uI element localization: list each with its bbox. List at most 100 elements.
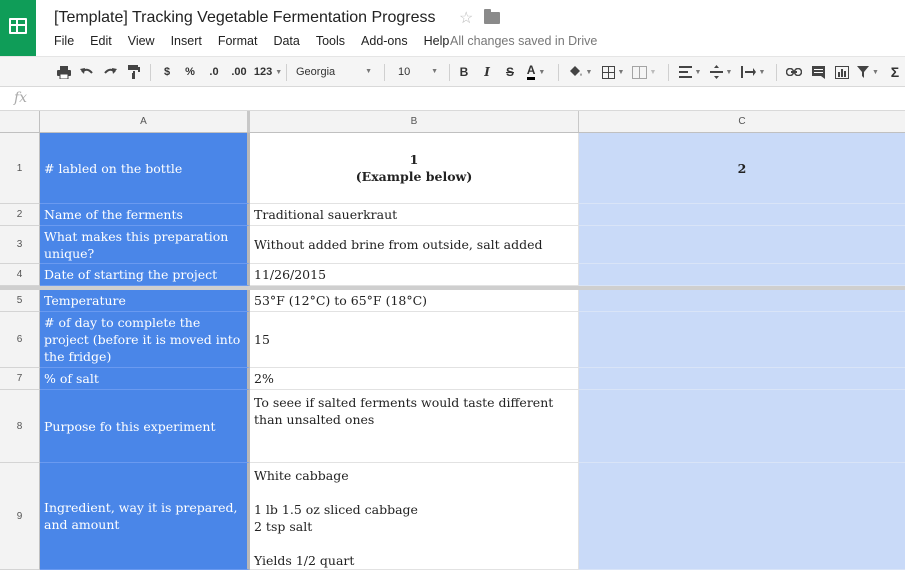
- row-header-7[interactable]: 7: [0, 368, 40, 390]
- link-icon: [786, 68, 802, 76]
- cell-c6[interactable]: [579, 312, 905, 368]
- row-header-6[interactable]: 6: [0, 312, 40, 368]
- cell-c4[interactable]: [579, 264, 905, 286]
- formula-bar[interactable]: fx: [0, 87, 905, 111]
- merge-cells-icon: [631, 65, 647, 79]
- cell-b2[interactable]: Traditional sauerkraut: [250, 204, 579, 226]
- menu-edit[interactable]: Edit: [90, 34, 112, 48]
- text-color-label: A: [526, 64, 536, 80]
- cell-c1[interactable]: 2: [579, 133, 905, 204]
- chevron-down-icon: ▼: [617, 68, 625, 76]
- menu-view[interactable]: View: [128, 34, 155, 48]
- bold-button[interactable]: B: [454, 57, 474, 87]
- chart-icon: [835, 65, 849, 79]
- menu-addons[interactable]: Add-ons: [361, 34, 408, 48]
- chevron-down-icon: ▼: [872, 68, 879, 76]
- menu-file[interactable]: File: [54, 34, 74, 48]
- column-header-b[interactable]: B: [250, 111, 579, 132]
- insert-chart-button[interactable]: [831, 57, 853, 87]
- cell-b6[interactable]: 15: [250, 312, 579, 368]
- menu-data[interactable]: Data: [273, 34, 299, 48]
- cell-a5[interactable]: Temperature: [40, 290, 250, 312]
- column-header-c[interactable]: C: [579, 111, 905, 132]
- fill-color-button[interactable]: ▼: [565, 57, 595, 87]
- menu-insert[interactable]: Insert: [171, 34, 202, 48]
- cell-c9[interactable]: [579, 463, 905, 570]
- undo-icon[interactable]: [77, 57, 97, 87]
- row-header-8[interactable]: 8: [0, 390, 40, 463]
- row-header-3[interactable]: 3: [0, 226, 40, 264]
- redo-icon[interactable]: [100, 57, 120, 87]
- menu-bar: File Edit View Insert Format Data Tools …: [54, 34, 465, 48]
- cell-a4[interactable]: Date of starting the project: [40, 264, 250, 286]
- text-wrapping-button[interactable]: ▼: [738, 57, 768, 87]
- menu-tools[interactable]: Tools: [316, 34, 345, 48]
- align-left-icon: [678, 66, 692, 78]
- toolbar: $ % .0 .00 123 ▼ Georgia ▼ 10 ▼ B I S A ▼ …: [0, 56, 905, 87]
- chevron-down-icon: ▼: [649, 68, 657, 76]
- save-status[interactable]: All changes saved in Drive: [450, 34, 597, 48]
- currency-format-button[interactable]: $: [158, 57, 176, 87]
- cell-a6[interactable]: # of day to complete the project (before…: [40, 312, 250, 368]
- cell-b9[interactable]: White cabbage 1 lb 1.5 oz sliced cabbage…: [250, 463, 579, 570]
- cell-a9[interactable]: Ingredient, way it is prepared, and amou…: [40, 463, 250, 570]
- horizontal-align-button[interactable]: ▼: [676, 57, 704, 87]
- cell-c5[interactable]: [579, 290, 905, 312]
- row-header-1[interactable]: 1: [0, 133, 40, 204]
- print-icon[interactable]: [54, 57, 74, 87]
- percent-format-button[interactable]: %: [181, 57, 199, 87]
- increase-decimals-button[interactable]: .00: [227, 57, 251, 87]
- insert-comment-button[interactable]: [808, 57, 828, 87]
- folder-icon[interactable]: [484, 9, 500, 24]
- borders-icon: [601, 65, 615, 79]
- cell-b8[interactable]: To seee if salted ferments would taste d…: [250, 390, 579, 463]
- column-header-a[interactable]: A: [40, 111, 250, 132]
- cell-a3[interactable]: What makes this preparation unique?: [40, 226, 250, 264]
- merge-cells-button[interactable]: ▼: [630, 57, 658, 87]
- font-family-select[interactable]: Georgia ▼: [290, 61, 378, 83]
- cell-c2[interactable]: [579, 204, 905, 226]
- sheets-logo-icon[interactable]: [0, 0, 36, 56]
- toolbar-separator: [384, 64, 385, 81]
- strikethrough-button[interactable]: S: [500, 57, 520, 87]
- more-formats-button[interactable]: 123 ▼: [252, 57, 284, 87]
- document-title[interactable]: [Template] Tracking Vegetable Fermentati…: [54, 9, 436, 27]
- decrease-decimals-button[interactable]: .0: [203, 57, 225, 87]
- chevron-down-icon: ▼: [365, 68, 372, 75]
- row-header-9[interactable]: 9: [0, 463, 40, 570]
- cell-a7[interactable]: % of salt: [40, 368, 250, 390]
- cell-b5[interactable]: 53°F (12°C) to 65°F (18°C): [250, 290, 579, 312]
- app-header: [Template] Tracking Vegetable Fermentati…: [0, 0, 905, 56]
- menu-format[interactable]: Format: [218, 34, 258, 48]
- vertical-align-icon: [709, 65, 723, 79]
- italic-button[interactable]: I: [477, 57, 497, 87]
- vertical-align-button[interactable]: ▼: [707, 57, 735, 87]
- toolbar-separator: [776, 64, 777, 81]
- cell-a8[interactable]: Purpose fo this experiment: [40, 390, 250, 463]
- menu-help[interactable]: Help: [424, 34, 450, 48]
- cell-b3[interactable]: Without added brine from outside, salt a…: [250, 226, 579, 264]
- insert-link-button[interactable]: [783, 57, 805, 87]
- chevron-down-icon: ▼: [585, 68, 593, 76]
- select-all-corner[interactable]: [0, 111, 40, 132]
- cell-b1[interactable]: 1 (Example below): [250, 133, 579, 204]
- cell-b7[interactable]: 2%: [250, 368, 579, 390]
- functions-sigma-icon[interactable]: Σ: [886, 57, 904, 87]
- cell-a2[interactable]: Name of the ferments: [40, 204, 250, 226]
- cell-a1[interactable]: # labled on the bottle: [40, 133, 250, 204]
- star-icon[interactable]: ☆: [459, 8, 473, 28]
- cell-c8[interactable]: [579, 390, 905, 463]
- more-formats-label: 123: [253, 66, 273, 78]
- borders-button[interactable]: ▼: [599, 57, 627, 87]
- cell-b4[interactable]: 11/26/2015: [250, 264, 579, 286]
- row-header-5[interactable]: 5: [0, 290, 40, 312]
- text-color-button[interactable]: A ▼: [522, 57, 550, 87]
- toolbar-separator: [558, 64, 559, 81]
- cell-c7[interactable]: [579, 368, 905, 390]
- row-header-4[interactable]: 4: [0, 264, 40, 286]
- font-size-select[interactable]: 10 ▼: [392, 61, 444, 83]
- paint-format-icon[interactable]: [124, 57, 144, 87]
- row-header-2[interactable]: 2: [0, 204, 40, 226]
- filter-button[interactable]: ▼: [855, 57, 881, 87]
- cell-c3[interactable]: [579, 226, 905, 264]
